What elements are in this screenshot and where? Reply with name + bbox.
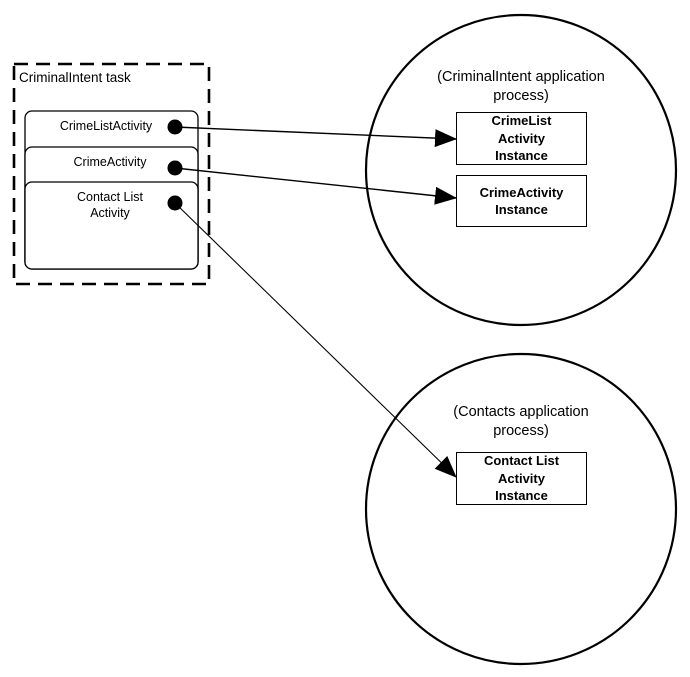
instance-box-contactlist[interactable]: Contact List Activity Instance	[456, 452, 587, 505]
connector-crimelist	[174, 126, 457, 148]
instance-box-crime[interactable]: CrimeActivity Instance	[456, 175, 587, 227]
instance-label-crime: CrimeActivity Instance	[479, 184, 564, 218]
reference-dot-crimelist[interactable]	[167, 119, 183, 135]
process-circle-criminalintent	[364, 13, 678, 327]
process-circle-contacts	[364, 352, 678, 666]
connector-crime	[174, 167, 457, 205]
instance-box-crimelist[interactable]: CrimeList Activity Instance	[456, 112, 587, 165]
process-label-criminalintent: (CriminalIntent application process)	[437, 69, 605, 104]
task-title: CriminalIntent task	[19, 70, 131, 85]
process-label-contacts: (Contacts application process)	[453, 404, 589, 439]
activity-label-crimelist: CrimeListActivity	[59, 119, 153, 133]
instance-label-crimelist: CrimeList Activity Instance	[491, 113, 552, 164]
activity-label-crime: CrimeActivity	[73, 155, 147, 169]
activity-label-contactlist: Contact List Activity	[76, 190, 143, 220]
instance-label-contactlist: Contact List Activity Instance	[483, 453, 560, 504]
